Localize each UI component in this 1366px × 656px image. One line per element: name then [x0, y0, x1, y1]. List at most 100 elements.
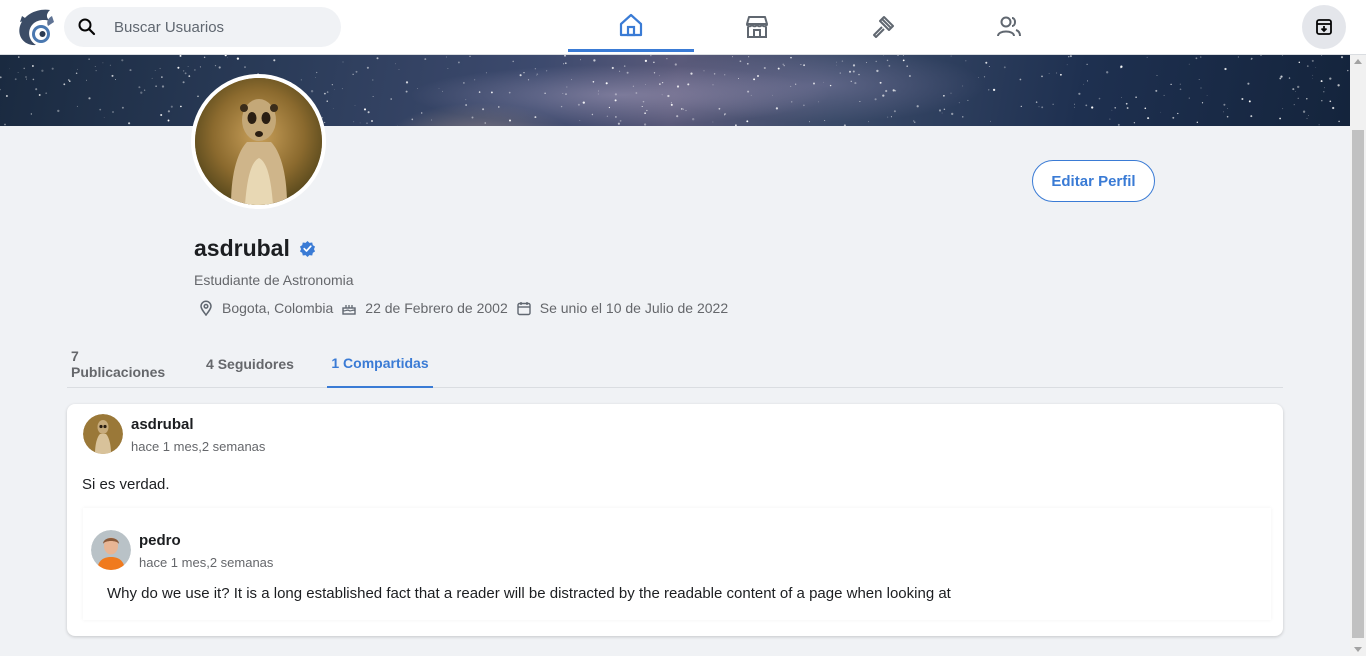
calendar-icon — [517, 302, 531, 316]
star — [38, 94, 41, 96]
star — [843, 124, 846, 126]
star — [160, 113, 163, 117]
star — [967, 99, 969, 101]
star — [839, 72, 841, 74]
star — [1226, 115, 1229, 118]
star — [155, 85, 157, 87]
star — [1056, 72, 1058, 74]
star — [366, 66, 369, 69]
users-icon — [997, 16, 1021, 36]
star — [1200, 87, 1202, 89]
archive-button[interactable] — [1302, 5, 1346, 49]
tab-publicaciones[interactable]: 7 Publicaciones — [67, 340, 174, 387]
star — [140, 91, 143, 94]
star — [988, 89, 990, 91]
star — [849, 70, 851, 73]
star — [447, 68, 449, 69]
star — [1083, 83, 1084, 85]
dragon-logo-icon[interactable] — [14, 6, 58, 48]
shared-author-avatar[interactable] — [91, 530, 131, 570]
star — [342, 61, 344, 63]
star — [829, 84, 832, 87]
star — [536, 74, 538, 76]
star — [902, 55, 904, 56]
star — [723, 114, 726, 116]
star — [121, 59, 124, 62]
shared-author-name[interactable]: pedro — [139, 532, 181, 549]
star — [874, 98, 877, 101]
star — [783, 64, 785, 67]
star — [703, 70, 705, 72]
star — [323, 92, 326, 95]
star — [376, 57, 379, 60]
scroll-down-arrow[interactable] — [1354, 647, 1362, 652]
search-input[interactable] — [114, 7, 334, 47]
star — [712, 121, 714, 123]
star — [398, 69, 400, 70]
star — [1074, 106, 1075, 108]
star — [674, 63, 677, 66]
star — [614, 93, 618, 96]
star — [316, 71, 318, 74]
tab-seguidores[interactable]: 4 Seguidores — [205, 340, 295, 387]
star — [835, 64, 837, 66]
star — [334, 88, 336, 90]
tab-compartidas[interactable]: 1 Compartidas — [327, 340, 433, 388]
star — [777, 67, 780, 70]
star — [1237, 56, 1240, 58]
star — [1078, 92, 1081, 95]
star — [659, 75, 661, 77]
star — [1177, 112, 1179, 115]
nav-tools-tab[interactable] — [820, 0, 946, 53]
star — [45, 92, 48, 95]
star — [51, 67, 54, 70]
star — [1223, 103, 1226, 106]
star — [962, 85, 964, 87]
star — [1250, 115, 1253, 118]
star — [626, 71, 629, 74]
scroll-thumb[interactable] — [1352, 130, 1364, 638]
star — [1146, 56, 1148, 58]
star — [416, 87, 419, 90]
star — [1315, 67, 1317, 69]
scroll-up-arrow[interactable] — [1354, 59, 1362, 64]
edit-profile-button[interactable]: Editar Perfil — [1032, 160, 1155, 202]
star — [1306, 65, 1309, 67]
star — [782, 63, 784, 65]
star — [99, 108, 102, 111]
star — [738, 78, 739, 79]
star — [509, 119, 511, 122]
post-author-name[interactable]: asdrubal — [131, 416, 194, 433]
post-author-avatar[interactable] — [83, 414, 123, 454]
star — [943, 108, 946, 111]
post-text: Si es verdad. — [82, 476, 170, 493]
star — [906, 65, 908, 67]
profile-avatar[interactable] — [191, 74, 326, 209]
star — [1052, 103, 1054, 105]
star — [597, 90, 599, 92]
star — [109, 64, 111, 66]
star — [1069, 55, 1072, 58]
star — [748, 56, 750, 58]
star — [875, 60, 877, 63]
star — [1121, 97, 1122, 99]
star — [852, 64, 856, 67]
star — [1087, 80, 1088, 82]
nav-marketplace-tab[interactable] — [694, 0, 820, 53]
nav-home-tab[interactable] — [568, 0, 694, 52]
archive-download-icon — [1316, 19, 1332, 35]
star — [858, 73, 860, 76]
star — [244, 66, 246, 69]
star — [1308, 115, 1309, 116]
page-scrollbar[interactable] — [1350, 55, 1366, 656]
star — [1294, 91, 1296, 92]
star — [179, 55, 182, 57]
star — [102, 62, 104, 64]
star — [978, 77, 979, 79]
nav-friends-tab[interactable] — [946, 0, 1072, 53]
star — [366, 122, 368, 124]
meerkat-picture — [195, 78, 322, 205]
star — [908, 74, 911, 78]
star — [746, 120, 749, 123]
star — [642, 100, 645, 103]
